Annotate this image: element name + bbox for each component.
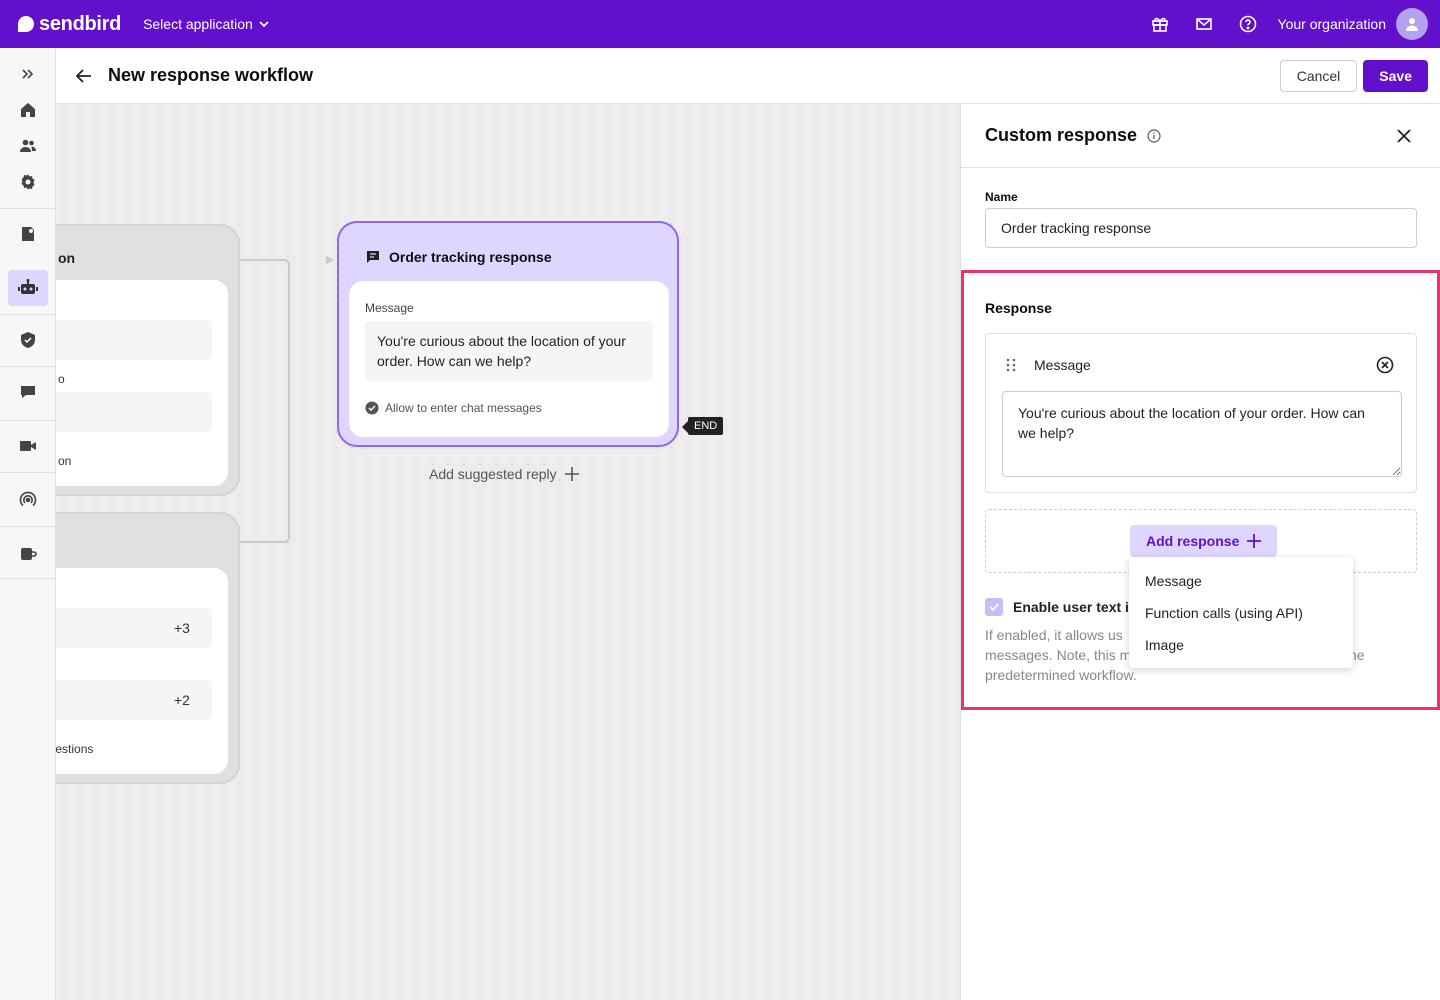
workflow-node-partial[interactable]: ? +3 +2 ar questions [56, 512, 240, 784]
message-card-title: Message [1034, 357, 1091, 373]
mail-icon[interactable] [1182, 0, 1226, 48]
message-node-icon [367, 251, 379, 263]
rail-divider [0, 366, 56, 367]
page-header: New response workflow Cancel Save [56, 48, 1440, 104]
custom-response-panel: Custom response Name Response Message Yo… [960, 104, 1440, 1000]
desk-icon[interactable] [8, 536, 48, 572]
name-input[interactable] [985, 208, 1417, 248]
end-badge: END [681, 417, 724, 435]
user-avatar-icon[interactable] [1396, 8, 1428, 40]
order-tracking-response-node[interactable]: Order tracking response Message You're c… [337, 221, 679, 447]
reply-count: +3 [174, 620, 190, 636]
message-response-card: Message You're curious about the locatio… [985, 333, 1417, 493]
menu-item-function-calls[interactable]: Function calls (using API) [1129, 597, 1353, 629]
settings-icon[interactable] [8, 164, 48, 200]
sendbird-logo[interactable]: sendbird [18, 13, 121, 36]
info-icon[interactable] [1147, 128, 1161, 143]
node-row-fragment: o [58, 372, 65, 386]
page-title: New response workflow [108, 65, 314, 85]
broadcast-icon[interactable] [8, 482, 48, 518]
select-application-label: Select application [143, 16, 253, 32]
rail-divider [0, 208, 56, 209]
reply-count: +2 [174, 692, 190, 708]
gift-icon[interactable] [1138, 0, 1182, 48]
add-response-button[interactable]: Add response [1130, 525, 1278, 557]
name-label: Name [985, 190, 1018, 204]
panel-title: Custom response [985, 125, 1138, 145]
users-icon[interactable] [8, 128, 48, 164]
add-response-label: Add response [1146, 533, 1240, 549]
node-title: Order tracking response [389, 249, 552, 265]
node-row [56, 320, 212, 360]
remove-circle-icon[interactable] [1376, 356, 1394, 374]
node-footer-fragment: ar questions [56, 742, 94, 756]
enable-user-text-label: Enable user text i [1013, 599, 1129, 615]
chevron-down-icon [259, 21, 269, 28]
bot-icon[interactable] [8, 270, 48, 306]
workflow-node-partial[interactable]: on o on [56, 224, 240, 496]
shield-icon[interactable] [8, 322, 48, 358]
cancel-button[interactable]: Cancel [1279, 59, 1358, 92]
chat-bubble-icon[interactable] [8, 374, 48, 410]
back-arrow-icon[interactable] [72, 64, 96, 88]
left-navigation-rail [0, 48, 56, 1000]
menu-item-image[interactable]: Image [1129, 629, 1353, 661]
enable-desc-line: messages. Note, this m [985, 647, 1132, 663]
message-textarea[interactable]: You're curious about the location of you… [1002, 391, 1402, 477]
node-footer-fragment: on [58, 454, 72, 468]
workflow-connector [240, 259, 290, 543]
node-row [56, 392, 212, 432]
plus-icon [1247, 534, 1262, 548]
suggested-reply-row[interactable]: +2 [56, 680, 212, 720]
allow-chat-text: Allow to enter chat messages [385, 401, 542, 415]
save-button[interactable]: Save [1363, 59, 1428, 92]
node-title-fragment: on [58, 250, 76, 266]
plus-icon [564, 467, 579, 481]
enable-user-text-checkbox[interactable] [985, 598, 1003, 616]
node-message-card: Message You're curious about the locatio… [349, 281, 669, 437]
rail-divider [0, 472, 56, 473]
add-response-menu: Message Function calls (using API) Image [1129, 557, 1353, 668]
add-suggested-reply-button[interactable]: Add suggested reply [429, 466, 579, 482]
node-message-text: You're curious about the location of you… [365, 321, 653, 381]
rail-divider [0, 314, 56, 315]
chat-doc-icon[interactable] [8, 216, 48, 252]
rail-divider [0, 526, 56, 527]
close-icon[interactable] [1392, 124, 1416, 148]
expand-icon[interactable] [8, 56, 48, 92]
select-application-dropdown[interactable]: Select application [143, 16, 269, 32]
home-icon[interactable] [8, 92, 48, 128]
add-suggested-reply-label: Add suggested reply [429, 466, 557, 482]
drag-handle-icon[interactable] [1006, 358, 1016, 372]
check-circle-icon [365, 401, 379, 415]
suggested-reply-row[interactable]: ? +3 [56, 608, 212, 648]
menu-item-message[interactable]: Message [1129, 565, 1353, 597]
rail-divider [0, 578, 56, 579]
check-icon [989, 603, 999, 612]
rail-divider [0, 420, 56, 421]
organization-name[interactable]: Your organization [1278, 16, 1386, 32]
response-label: Response [985, 300, 1052, 316]
video-icon[interactable] [8, 428, 48, 464]
enable-desc-line: predetermined workflow. [985, 667, 1137, 683]
node-message-label: Message [365, 301, 414, 315]
workflow-canvas[interactable]: on o on ? +3 +2 ar questions Order track… [56, 104, 960, 1000]
top-bar: sendbird Select application Your organiz… [0, 0, 1440, 48]
logo-text: sendbird [39, 12, 122, 35]
help-icon[interactable] [1226, 0, 1270, 48]
sendbird-logo-icon [18, 16, 34, 32]
